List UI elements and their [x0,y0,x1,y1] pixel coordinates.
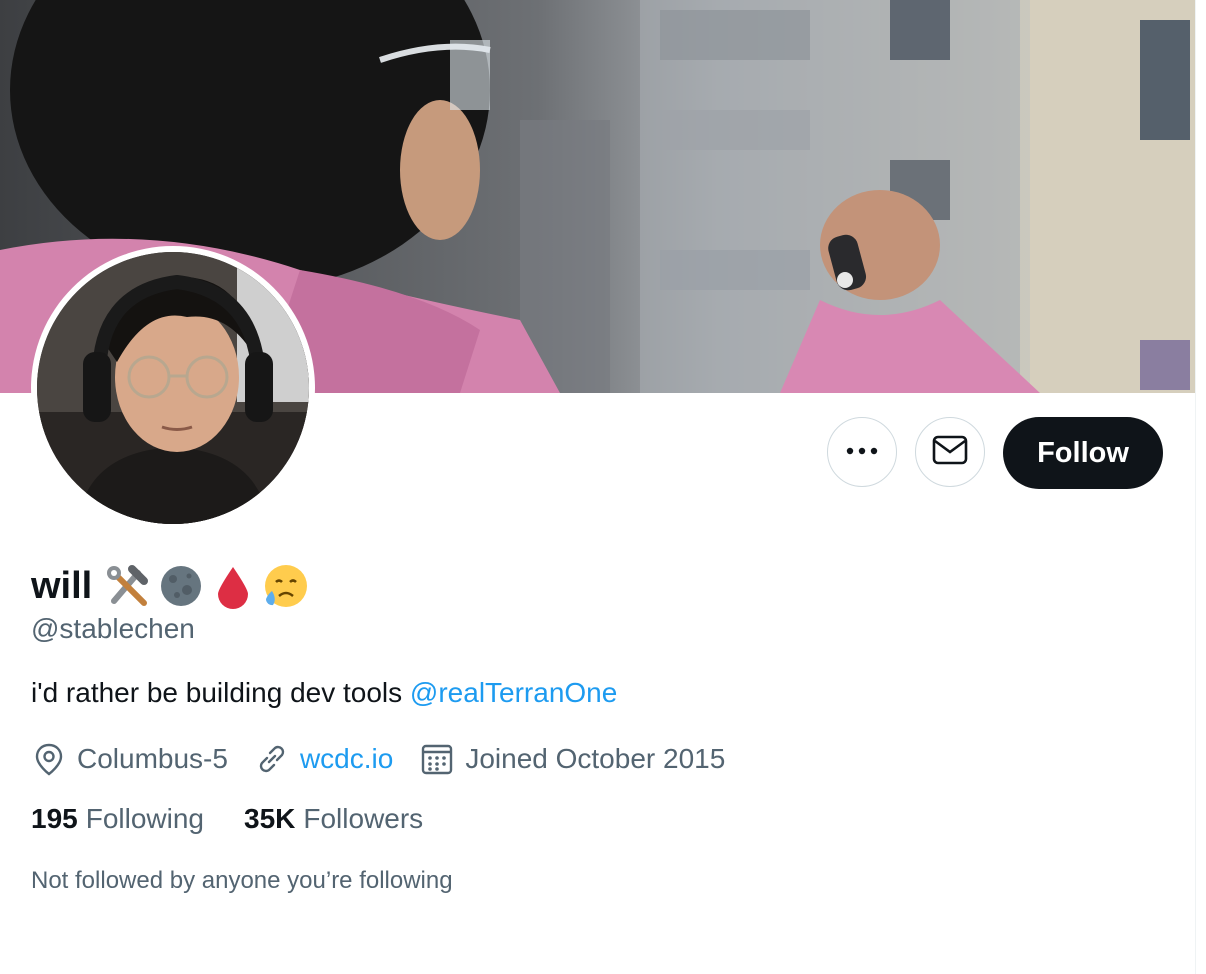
message-button[interactable] [915,417,985,487]
avatar-border [31,246,315,530]
following-link[interactable]: 195 Following [31,803,204,835]
drop-of-blood-emoji [208,561,258,611]
website-item: wcdc.io [254,741,393,777]
mutuals-text: Not followed by anyone you’re following [31,867,453,894]
location-pin-icon [31,741,67,777]
new-moon-emoji [156,561,206,611]
location-item: Columbus-5 [31,741,228,777]
envelope-icon [932,435,968,470]
avatar-image [37,252,309,524]
profile-meta: Columbus-5 wcdc.io Joined October 2015 [31,736,751,782]
followers-count: 35K [244,803,296,834]
bio-mention-link[interactable]: @realTerranOne [410,677,617,708]
profile-handle: @stablechen [31,613,195,644]
profile-bio: i'd rather be building dev tools @realTe… [31,677,617,709]
avatar[interactable] [37,252,309,524]
display-name-row: will [31,560,312,612]
location-text: Columbus-5 [77,743,228,774]
followers-link[interactable]: 35K Followers [244,803,423,835]
column-border [1195,0,1196,974]
more-icon [845,443,879,461]
calendar-icon [419,741,455,777]
follow-button[interactable]: Follow [1003,417,1163,489]
following-label: Following [85,803,204,834]
bio-text: i'd rather be building dev tools [31,677,410,708]
display-name: will [31,564,93,607]
following-count: 195 [31,803,78,834]
followers-label: Followers [303,803,424,834]
link-icon [254,741,290,777]
joined-item: Joined October 2015 [419,741,725,777]
hammer-and-wrench-emoji [104,561,154,611]
follow-stats: 195 Following 35K Followers [31,803,463,835]
more-button[interactable] [827,417,897,487]
joined-text: Joined October 2015 [465,743,726,774]
website-link[interactable]: wcdc.io [300,743,393,775]
sad-relieved-face-emoji [260,561,310,611]
